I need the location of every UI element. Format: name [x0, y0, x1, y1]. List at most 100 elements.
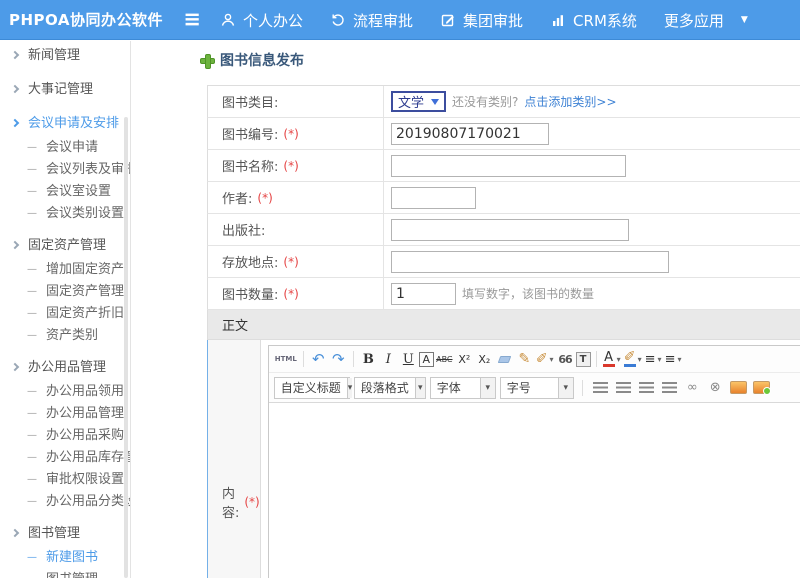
field-label: 存放地点:(*): [208, 246, 384, 277]
sidebar-item-supplies-inventory[interactable]: 办公用品库存管理: [0, 447, 130, 469]
quantity-input[interactable]: [391, 283, 456, 305]
caret-down-icon: [415, 378, 425, 398]
sidebar-item-asset-category[interactable]: 资产类别: [0, 325, 130, 347]
image-upload-icon: [753, 381, 770, 394]
book-name-input[interactable]: [391, 155, 626, 177]
field-label: 图书名称:(*): [208, 150, 384, 181]
sidebar-group-meeting[interactable]: 会议申请及安排: [0, 111, 130, 137]
caret-down-icon: ▾: [638, 355, 642, 364]
required-mark: (*): [283, 127, 298, 141]
nav-group-approval[interactable]: 集团审批: [440, 10, 523, 31]
font-family-select[interactable]: 字体: [430, 377, 496, 399]
paragraph-format-select[interactable]: 段落格式: [354, 377, 426, 399]
field-label: 图书类目:: [208, 86, 384, 117]
sidebar-scrollbar[interactable]: [124, 117, 128, 578]
subscript-button[interactable]: X₂: [475, 349, 494, 369]
sidebar-group-books[interactable]: 图书管理: [0, 521, 130, 547]
sidebar-item-asset-depreciation[interactable]: 固定资产折旧: [0, 303, 130, 325]
sidebar-group-news[interactable]: 新闻管理: [0, 43, 130, 69]
caret-down-icon: ▾: [678, 355, 682, 364]
insert-image-button[interactable]: [729, 378, 748, 398]
field-label: 图书编号:(*): [208, 118, 384, 149]
chevron-right-icon: [11, 51, 19, 59]
html-source-button[interactable]: HTML: [274, 349, 298, 369]
nav-more-apps[interactable]: 更多应用 ▼: [664, 10, 748, 31]
italic-button[interactable]: I: [379, 349, 398, 369]
align-justify-button[interactable]: [660, 378, 679, 398]
unordered-list-button[interactable]: ≡▾: [664, 349, 683, 369]
sidebar-group-memorabilia[interactable]: 大事记管理: [0, 77, 130, 103]
align-center-icon: [616, 382, 631, 393]
sidebar-item-meeting-category[interactable]: 会议类别设置: [0, 203, 130, 225]
category-select[interactable]: 文学: [391, 91, 446, 112]
nav-crm-system[interactable]: CRM系统: [550, 10, 637, 31]
app-logo: PHPOA协同办公软件: [9, 0, 163, 40]
sidebar-item-meeting-room[interactable]: 会议室设置: [0, 181, 130, 203]
item-label: 办公用品采购: [46, 428, 124, 443]
page-title: 图书信息发布: [200, 50, 304, 70]
auto-typeset-button[interactable]: ✐▾: [535, 349, 555, 369]
sidebar-item-new-book[interactable]: 新建图书: [0, 547, 130, 569]
person-icon: [220, 12, 236, 28]
font-border-button[interactable]: A: [419, 352, 434, 367]
sidebar-group-office-supplies[interactable]: 办公用品管理: [0, 355, 130, 381]
ordered-list-button[interactable]: ≡▾: [644, 349, 663, 369]
item-label: 增加固定资产: [46, 262, 124, 277]
blockquote-button[interactable]: 66: [556, 349, 575, 369]
sidebar-item-asset-manage[interactable]: 固定资产管理: [0, 281, 130, 303]
add-category-link[interactable]: 点击添加类别>>: [524, 93, 616, 110]
caret-down-icon: [347, 378, 353, 398]
chevron-right-icon: [11, 119, 19, 127]
strikethrough-button[interactable]: ABC: [435, 349, 454, 369]
sidebar: 新闻管理 大事记管理 会议申请及安排 会议申请 会议列表及审批 会议室设置 会议…: [0, 41, 130, 578]
field-label: 出版社:: [208, 214, 384, 245]
sidebar-item-meeting-list[interactable]: 会议列表及审批: [0, 159, 130, 181]
group-label: 新闻管理: [28, 48, 80, 63]
eraser-button[interactable]: [495, 349, 514, 369]
chevron-right-icon: [11, 529, 19, 537]
paste-as-text-button[interactable]: T: [576, 352, 591, 367]
align-left-button[interactable]: [591, 378, 610, 398]
font-size-select[interactable]: 字号: [500, 377, 574, 399]
insert-online-image-button[interactable]: [752, 378, 771, 398]
sidebar-group-fixed-assets[interactable]: 固定资产管理: [0, 233, 130, 259]
book-form: 图书类目: 文学 还没有类别? 点击添加类别>> 图书编号:(*) 图书名称:(…: [207, 85, 800, 578]
redo-button[interactable]: ↷: [329, 349, 348, 369]
align-center-button[interactable]: [614, 378, 633, 398]
nav-workflow-approval[interactable]: 流程审批: [330, 10, 413, 31]
sidebar-item-meeting-apply[interactable]: 会议申请: [0, 137, 130, 159]
sidebar-item-supplies-purchase[interactable]: 办公用品采购: [0, 425, 130, 447]
item-label: 固定资产折旧: [46, 306, 124, 321]
field-label: 作者:(*): [208, 182, 384, 213]
author-input[interactable]: [391, 187, 476, 209]
font-color-button[interactable]: A▾: [602, 349, 622, 369]
nav-label: 个人办公: [243, 10, 303, 31]
sidebar-item-supplies-manage[interactable]: 办公用品管理: [0, 403, 130, 425]
custom-title-select[interactable]: 自定义标题: [274, 377, 350, 399]
sidebar-item-supplies-category[interactable]: 办公用品分类设置: [0, 491, 130, 513]
editor-content-area[interactable]: [269, 403, 800, 578]
location-input[interactable]: [391, 251, 669, 273]
nav-personal-office[interactable]: 个人办公: [220, 10, 303, 31]
publisher-input[interactable]: [391, 219, 629, 241]
sidebar-item-add-asset[interactable]: 增加固定资产: [0, 259, 130, 281]
form-row-quantity: 图书数量:(*) 填写数字，该图书的数量: [207, 278, 800, 310]
book-no-input[interactable]: [391, 123, 549, 145]
sidebar-item-book-manage[interactable]: 图书管理: [0, 569, 130, 578]
remove-link-button[interactable]: ⊗: [706, 378, 725, 398]
hamburger-menu-icon[interactable]: [180, 0, 204, 40]
format-brush-button[interactable]: ✎: [515, 349, 534, 369]
toolbar-separator: [582, 380, 583, 396]
align-left-icon: [593, 382, 608, 393]
form-row-publisher: 出版社:: [207, 214, 800, 246]
underline-button[interactable]: U: [399, 349, 418, 369]
sidebar-item-approval-permission[interactable]: 审批权限设置: [0, 469, 130, 491]
bold-button[interactable]: B: [359, 349, 378, 369]
align-right-button[interactable]: [637, 378, 656, 398]
highlight-color-button[interactable]: ✐▾: [623, 349, 643, 369]
undo-button[interactable]: ↶: [309, 349, 328, 369]
superscript-button[interactable]: X²: [455, 349, 474, 369]
insert-link-button[interactable]: ∞: [683, 378, 702, 398]
item-label: 会议类别设置: [46, 206, 124, 221]
sidebar-item-supplies-claim[interactable]: 办公用品领用: [0, 381, 130, 403]
